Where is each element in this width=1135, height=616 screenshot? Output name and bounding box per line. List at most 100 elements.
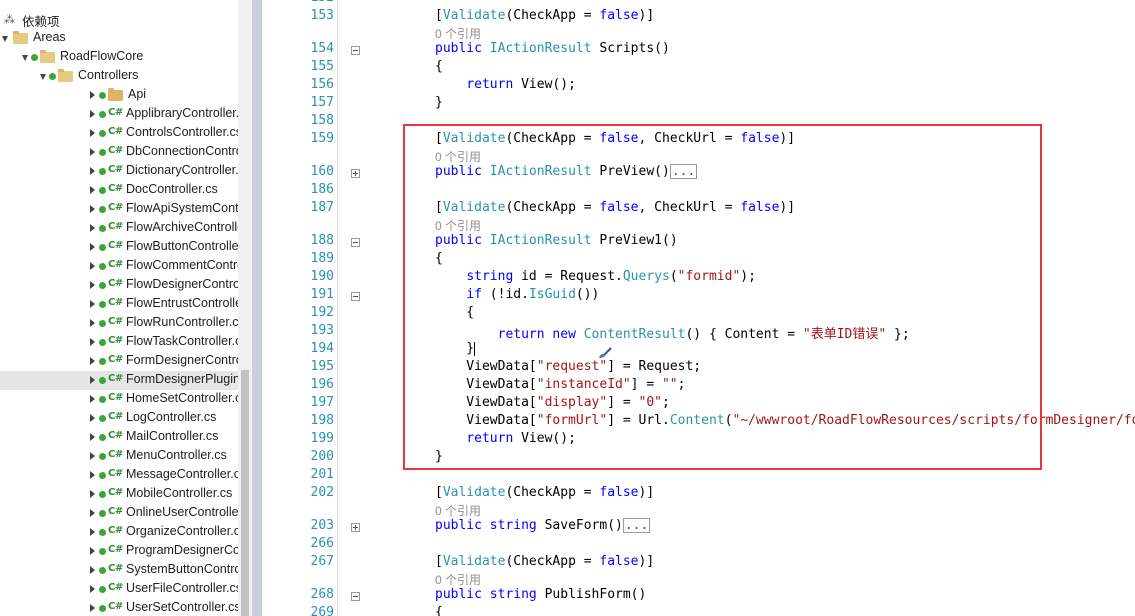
tree-item-flowarchivecontroller-cs[interactable]: C# FlowArchiveController.cs	[0, 219, 252, 238]
tree-item-flowcommentcontroller-cs[interactable]: C#FlowCommentController.cs	[0, 257, 252, 276]
tree-item-logcontroller-cs[interactable]: C# LogController.cs	[0, 409, 238, 428]
code-line[interactable]: {	[435, 605, 443, 616]
tree-item-organizecontroller-cs[interactable]: C# OrganizeController.cs	[0, 523, 246, 542]
expand-arrow-icon[interactable]	[90, 376, 95, 384]
tree-item-[interactable]: ⁂ 依赖项	[0, 10, 238, 29]
tree-item-messagecontroller-cs[interactable]: C# MessageController.cs	[0, 466, 246, 485]
expand-arrow-icon[interactable]	[90, 319, 95, 327]
tree-item-flowdesignercontroller-cs[interactable]: C#FlowDesignerController.cs	[0, 276, 252, 295]
tree-item-api[interactable]: Api	[0, 86, 238, 105]
code-line[interactable]: public IActionResult Scripts()	[435, 41, 670, 56]
expand-region-icon[interactable]	[351, 523, 360, 532]
collapse-arrow-icon[interactable]	[2, 36, 8, 42]
expand-arrow-icon[interactable]	[90, 338, 95, 346]
code-line[interactable]: return View();	[435, 77, 576, 92]
tree-item-applibrarycontroller-cs[interactable]: C# ApplibraryController.cs	[0, 105, 252, 124]
tree-item-flowentrustcontroller-cs[interactable]: C# FlowEntrustController.cs	[0, 295, 252, 314]
collapse-region-icon[interactable]	[351, 238, 360, 247]
folder-icon	[13, 31, 28, 44]
line-number: 186	[310, 182, 334, 197]
expand-arrow-icon[interactable]	[90, 490, 95, 498]
code-line[interactable]: }	[435, 95, 443, 110]
expand-arrow-icon[interactable]	[90, 281, 95, 289]
expand-arrow-icon[interactable]	[90, 547, 95, 555]
expand-arrow-icon[interactable]	[90, 585, 95, 593]
expand-arrow-icon[interactable]	[90, 509, 95, 517]
expand-arrow-icon[interactable]	[90, 129, 95, 137]
tree-item-systembuttoncontroller-cs[interactable]: C#SystemButtonController.cs	[0, 561, 252, 580]
expand-arrow-icon[interactable]	[90, 110, 95, 118]
source-control-status-icon	[99, 491, 106, 498]
tree-item-formdesignerplugincontrol[interactable]: C#FormDesignerPluginControl	[0, 371, 252, 390]
source-control-status-icon	[31, 54, 38, 61]
code-line[interactable]: [Validate(CheckApp = false)]	[435, 485, 654, 500]
source-control-status-icon	[99, 320, 106, 327]
tree-item-mobilecontroller-cs[interactable]: C# MobileController.cs	[0, 485, 238, 504]
source-control-status-icon	[99, 472, 106, 479]
panel-splitter[interactable]	[252, 0, 262, 616]
tree-item-mailcontroller-cs[interactable]: C# MailController.cs	[0, 428, 238, 447]
code-line[interactable]: public string PublishForm()	[435, 587, 646, 602]
tree-item-userfilecontroller-cs[interactable]: C# UserFileController.cs	[0, 580, 242, 599]
csharp-file-icon: C#	[108, 525, 123, 536]
source-control-status-icon	[99, 301, 106, 308]
expand-arrow-icon[interactable]	[90, 167, 95, 175]
tree-item-programdesignercontroller[interactable]: C#ProgramDesignerController	[0, 542, 252, 561]
csharp-file-icon: C#	[108, 411, 123, 422]
source-control-status-icon	[99, 149, 106, 156]
tree-item-doccontroller-cs[interactable]: C# DocController.cs	[0, 181, 238, 200]
expand-arrow-icon[interactable]	[90, 262, 95, 270]
collapse-arrow-icon[interactable]	[22, 55, 28, 61]
tree-item-label: DocController.cs	[126, 182, 218, 196]
expand-arrow-icon[interactable]	[90, 243, 95, 251]
tree-item-flowapisystemcontroller-cs[interactable]: C#FlowApiSystemController.cs	[0, 200, 252, 219]
code-line[interactable]: [Validate(CheckApp = false)]	[435, 554, 654, 569]
collapse-region-icon[interactable]	[351, 592, 360, 601]
tree-item-homesetcontroller-cs[interactable]: C# HomeSetController.cs	[0, 390, 248, 409]
expand-arrow-icon[interactable]	[90, 395, 95, 403]
expand-arrow-icon[interactable]	[90, 300, 95, 308]
expand-arrow-icon[interactable]	[90, 91, 95, 99]
line-number: 156	[310, 77, 334, 92]
tree-item-controllers[interactable]: Controllers	[0, 67, 238, 86]
expand-arrow-icon[interactable]	[90, 433, 95, 441]
tree-item-usersetcontroller-cs[interactable]: C# UserSetController.cs	[0, 599, 241, 616]
expand-arrow-icon[interactable]	[90, 452, 95, 460]
tree-item-flowbuttoncontroller-cs[interactable]: C# FlowButtonController.cs	[0, 238, 252, 257]
code-line[interactable]: public string SaveForm()...	[435, 518, 651, 533]
tree-item-formdesignercontroller-cs[interactable]: C#FormDesignerController.cs	[0, 352, 252, 371]
explorer-scrollbar-thumb[interactable]	[241, 370, 249, 616]
expand-region-icon[interactable]	[351, 169, 360, 178]
expand-arrow-icon[interactable]	[90, 566, 95, 574]
tree-item-flowruncontroller-cs[interactable]: C# FlowRunController.cs	[0, 314, 245, 333]
code-line[interactable]: [Validate(CheckApp = false)]	[435, 8, 654, 23]
expand-arrow-icon[interactable]	[90, 186, 95, 194]
editor-margin-divider	[337, 0, 338, 616]
tree-item-onlineusercontroller-cs[interactable]: C# OnlineUserController.cs	[0, 504, 252, 523]
tree-item-label: FlowCommentController.cs	[126, 258, 252, 272]
tree-item-menucontroller-cs[interactable]: C# MenuController.cs	[0, 447, 238, 466]
expand-arrow-icon[interactable]	[90, 224, 95, 232]
tree-item-dbconnectioncontroller-cs[interactable]: C#DbConnectionController.cs	[0, 143, 252, 162]
codelens-references[interactable]: 0 个引用	[435, 571, 481, 588]
tree-item-controlscontroller-cs[interactable]: C# ControlsController.cs	[0, 124, 242, 143]
expand-arrow-icon[interactable]	[90, 471, 95, 479]
collapse-arrow-icon[interactable]	[40, 74, 46, 80]
collapse-region-icon[interactable]	[351, 46, 360, 55]
collapse-region-icon[interactable]	[351, 292, 360, 301]
tree-item-dictionarycontroller-cs[interactable]: C# DictionaryController.cs	[0, 162, 251, 181]
codelens-references[interactable]: 0 个引用	[435, 502, 481, 519]
codelens-references[interactable]: 0 个引用	[435, 25, 481, 42]
tree-item-label: Controllers	[78, 68, 139, 82]
collapsed-region-button[interactable]: ...	[622, 518, 651, 533]
expand-arrow-icon[interactable]	[90, 205, 95, 213]
expand-arrow-icon[interactable]	[90, 414, 95, 422]
tree-item-roadflowcore[interactable]: RoadFlowCore	[0, 48, 238, 67]
tree-item-flowtaskcontroller-cs[interactable]: C# FlowTaskController.cs	[0, 333, 248, 352]
tree-item-areas[interactable]: Areas	[0, 29, 238, 48]
expand-arrow-icon[interactable]	[90, 357, 95, 365]
expand-arrow-icon[interactable]	[90, 528, 95, 536]
expand-arrow-icon[interactable]	[90, 604, 95, 612]
code-line[interactable]: {	[435, 59, 443, 74]
expand-arrow-icon[interactable]	[90, 148, 95, 156]
